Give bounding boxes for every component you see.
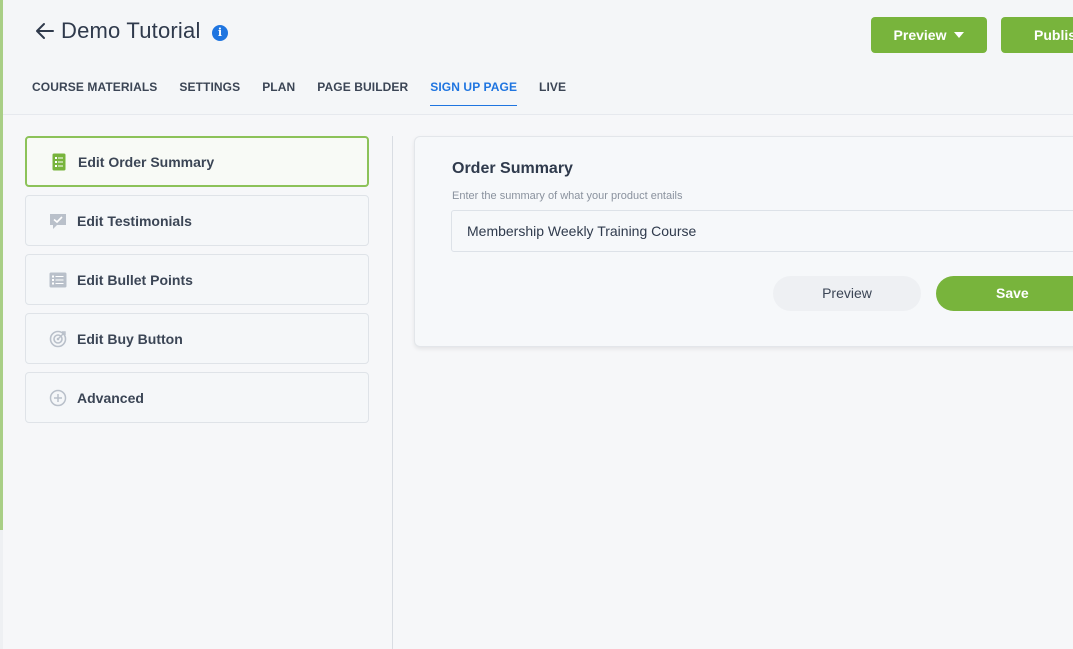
tab-sign-up-page[interactable]: SIGN UP PAGE [430,80,518,106]
sidebar-item-label: Edit Bullet Points [77,271,193,288]
caret-down-icon [954,32,965,38]
card-title: Order Summary [452,160,573,177]
sidebar-item-advanced[interactable]: Advanced [25,372,369,423]
sidebar-item-label: Advanced [77,389,144,406]
bullet-list-icon [49,271,67,289]
order-summary-card: Order Summary Enter the summary of what … [414,136,1073,347]
chat-check-icon [49,212,67,230]
plus-circle-icon [49,389,67,407]
tab-page-builder[interactable]: PAGE BUILDER [317,80,408,106]
sidebar-item-label: Edit Buy Button [77,330,183,347]
target-icon [49,330,67,348]
vertical-divider [392,136,393,649]
sidebar-item-label: Edit Order Summary [78,153,215,170]
sidebar-item-label: Edit Testimonials [77,212,192,229]
preview-dropdown-button[interactable]: Preview [871,17,987,53]
info-icon[interactable]: i [212,25,228,41]
tab-bar: COURSE MATERIALS SETTINGS PLAN PAGE BUIL… [32,80,588,106]
left-strip [0,530,3,649]
back-arrow-icon[interactable] [33,19,57,43]
order-list-icon [50,153,68,171]
preview-button[interactable]: Preview [773,276,921,311]
order-summary-input[interactable] [451,210,1073,252]
sidebar-item-order-summary[interactable]: Edit Order Summary [25,136,369,187]
tab-live[interactable]: LIVE [539,80,566,106]
publish-button[interactable]: Publis [1001,17,1073,53]
card-hint: Enter the summary of what your product e… [452,190,683,202]
sidebar-item-buy-button[interactable]: Edit Buy Button [25,313,369,364]
tab-course-materials[interactable]: COURSE MATERIALS [32,80,157,106]
page-title: Demo Tutorial [61,18,201,43]
sidebar-item-testimonials[interactable]: Edit Testimonials [25,195,369,246]
page-header: Demo Tutorial i Preview Publis COURSE MA… [3,0,1073,115]
tab-plan[interactable]: PLAN [262,80,295,106]
tab-settings[interactable]: SETTINGS [179,80,240,106]
sidebar-item-bullet-points[interactable]: Edit Bullet Points [25,254,369,305]
preview-dropdown-label: Preview [893,27,947,43]
save-button[interactable]: Save [936,276,1073,311]
